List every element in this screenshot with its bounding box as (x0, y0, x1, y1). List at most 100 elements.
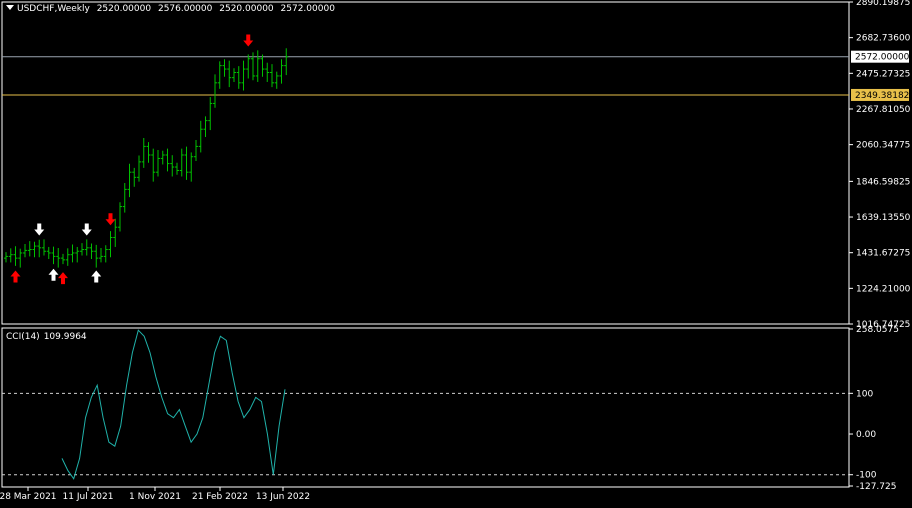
price-bar (175, 162, 179, 175)
price-bar (232, 68, 236, 82)
time-axis-label: 28 Mar 2021 (0, 492, 57, 502)
price-bar (170, 155, 175, 177)
price-bar (113, 218, 118, 247)
price-axis-label: 2475.27325 (856, 69, 910, 79)
price-chart[interactable]: 2890.19875 2682.73600 2475.27325 2267.81050… (0, 0, 912, 508)
price-axis-label: 1431.67275 (856, 249, 910, 259)
buy-arrow-icon (48, 268, 59, 281)
price-bar (255, 50, 260, 82)
price-axis-label: 2682.73600 (856, 34, 911, 44)
price-bar (118, 202, 122, 232)
price-bar (270, 64, 274, 88)
price-axis-label: 1224.21000 (856, 284, 911, 294)
level-price-label: 2349.38182 (855, 91, 909, 101)
dropdown-triangle-icon[interactable] (6, 5, 14, 10)
cci-axis-label: -127.725 (856, 482, 896, 492)
price-bar (23, 244, 27, 258)
price-bar (84, 239, 89, 256)
price-bar (208, 97, 213, 131)
price-axis-label: 2267.81050 (856, 105, 911, 115)
price-axis-label: 2060.34775 (856, 141, 910, 151)
price-bar (160, 150, 165, 165)
price-bar (265, 62, 270, 82)
open-price: 2520.00000 (96, 4, 152, 14)
price-bar (37, 239, 42, 258)
indicator-name: CCI(14) (6, 332, 40, 342)
cci-line (61, 329, 286, 480)
price-bar (42, 239, 46, 256)
time-axis-label: 21 Feb 2022 (192, 492, 248, 502)
price-bar (108, 231, 113, 258)
sell-arrow-icon (105, 213, 116, 226)
cci-axis-label: 0.00 (856, 430, 876, 440)
price-axis-label: 1639.13550 (856, 213, 911, 223)
price-bar (56, 247, 61, 268)
price-bar (75, 246, 80, 263)
cci-axis-label: 100 (856, 389, 873, 399)
indicator-frame (1, 327, 850, 488)
price-bar (32, 241, 37, 258)
price-bar (246, 54, 251, 79)
price-bar (80, 243, 84, 256)
high-price: 2576.00000 (157, 4, 213, 14)
price-bar (103, 245, 108, 263)
price-bar (179, 148, 184, 177)
indicator-header: CCI(14) 109.9964 (6, 332, 91, 342)
price-bar (94, 244, 99, 268)
price-bar (203, 116, 208, 137)
price-bar (241, 60, 246, 91)
buy-arrow-icon (91, 270, 102, 283)
price-bar (132, 167, 137, 187)
price-bar (18, 248, 23, 268)
current-price-label: 2572.00000 (855, 53, 910, 63)
buy-arrow-icon (58, 272, 68, 285)
close-price: 2572.00000 (280, 4, 335, 14)
sell-arrow-icon (34, 223, 45, 236)
price-bar (13, 246, 18, 266)
sell-arrow-icon (243, 34, 254, 47)
price-bar (51, 246, 56, 265)
axis-layer: 2890.19875 2682.73600 2475.27325 2267.81050… (0, 0, 911, 502)
price-bar (146, 142, 151, 163)
price-bar (141, 137, 146, 168)
price-bar (184, 146, 189, 180)
price-bar (194, 140, 198, 162)
time-axis-label: 1 Nov 2021 (129, 492, 181, 502)
price-bar (274, 71, 279, 89)
price-bar (151, 148, 156, 182)
price-bar (284, 48, 289, 76)
price-bar (61, 253, 65, 265)
price-bar (46, 246, 51, 259)
indicator-plot-layer (2, 329, 849, 480)
chart-header[interactable]: USDCHF,Weekly 2520.00000 2576.00000 2520… (6, 4, 339, 14)
price-bar (260, 54, 265, 77)
indicator-value: 109.9964 (43, 332, 87, 342)
price-bar (122, 183, 127, 213)
price-bar (127, 163, 132, 198)
price-bar (189, 152, 194, 182)
price-bar (99, 247, 103, 263)
main-plot-layer (2, 34, 849, 285)
price-bar (217, 61, 222, 89)
main-chart-frame (1, 1, 850, 325)
symbol-timeframe: USDCHF,Weekly (17, 4, 90, 14)
cci-axis-label: 258.0575 (856, 325, 899, 335)
price-bar (4, 252, 8, 263)
low-price: 2520.00000 (219, 4, 274, 14)
price-bar (27, 241, 32, 257)
sell-arrow-icon (81, 223, 92, 236)
price-axis-label: 2890.19875 (856, 0, 910, 8)
price-bar (222, 59, 227, 77)
price-axis-label: 1846.59825 (856, 177, 910, 187)
cci-axis-label: -100 (856, 471, 877, 481)
price-bar (236, 66, 241, 89)
price-bar (165, 148, 170, 172)
time-axis-label: 13 Jun 2022 (256, 492, 310, 502)
price-bar (213, 74, 217, 108)
buy-arrow-icon (10, 270, 21, 283)
price-bar (137, 155, 141, 182)
price-bar (156, 150, 160, 177)
price-bar (227, 60, 232, 88)
price-bar (89, 243, 94, 259)
time-axis-label: 11 Jul 2021 (63, 492, 114, 502)
